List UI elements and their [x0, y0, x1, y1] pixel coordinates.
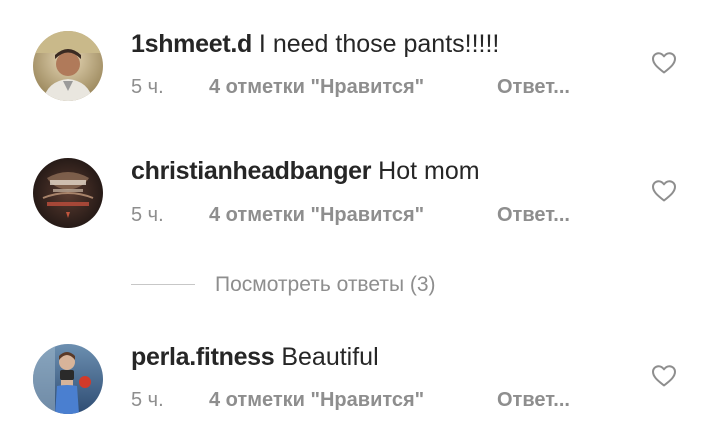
reply-button[interactable]: Ответ... [497, 388, 570, 412]
view-replies-button[interactable]: Посмотреть ответы (3) [131, 270, 551, 300]
view-replies-label[interactable]: Посмотреть ответы (3) [215, 272, 436, 298]
reply-button[interactable]: Ответ... [497, 203, 570, 227]
comment-time[interactable]: 5 ч. [131, 388, 164, 412]
reply-button[interactable]: Ответ... [497, 75, 570, 99]
heart-icon[interactable] [651, 179, 677, 203]
comment-username[interactable]: christianheadbanger [131, 157, 372, 185]
heart-icon[interactable] [651, 51, 677, 75]
avatar[interactable] [33, 31, 103, 101]
comment-likes[interactable]: 4 отметки "Нравится" [209, 75, 424, 99]
heart-icon[interactable] [651, 364, 677, 388]
comment-line: 1shmeet.d I need those pants!!!!! [131, 29, 499, 59]
comment-line: christianheadbanger Hot mom [131, 156, 480, 186]
comment-username[interactable]: 1shmeet.d [131, 30, 252, 58]
comment-item: perla.fitness Beautiful 5 ч. 4 отметки "… [0, 314, 717, 426]
comment-username[interactable]: perla.fitness [131, 343, 275, 371]
comment-line: perla.fitness Beautiful [131, 342, 379, 372]
comment-item: 1shmeet.d I need those pants!!!!! 5 ч. 4… [0, 0, 717, 130]
comment-text: I need those pants!!!!! [258, 30, 500, 58]
comment-time[interactable]: 5 ч. [131, 203, 164, 227]
comment-item: christianheadbanger Hot mom 5 ч. 4 отмет… [0, 130, 717, 250]
comment-text: Hot mom [378, 157, 480, 185]
avatar[interactable] [33, 158, 103, 228]
avatar[interactable] [33, 344, 103, 414]
comment-text: Beautiful [281, 343, 379, 371]
comment-likes[interactable]: 4 отметки "Нравится" [209, 388, 424, 412]
view-replies-divider [131, 284, 195, 285]
comment-time[interactable]: 5 ч. [131, 75, 164, 99]
comment-likes[interactable]: 4 отметки "Нравится" [209, 203, 424, 227]
